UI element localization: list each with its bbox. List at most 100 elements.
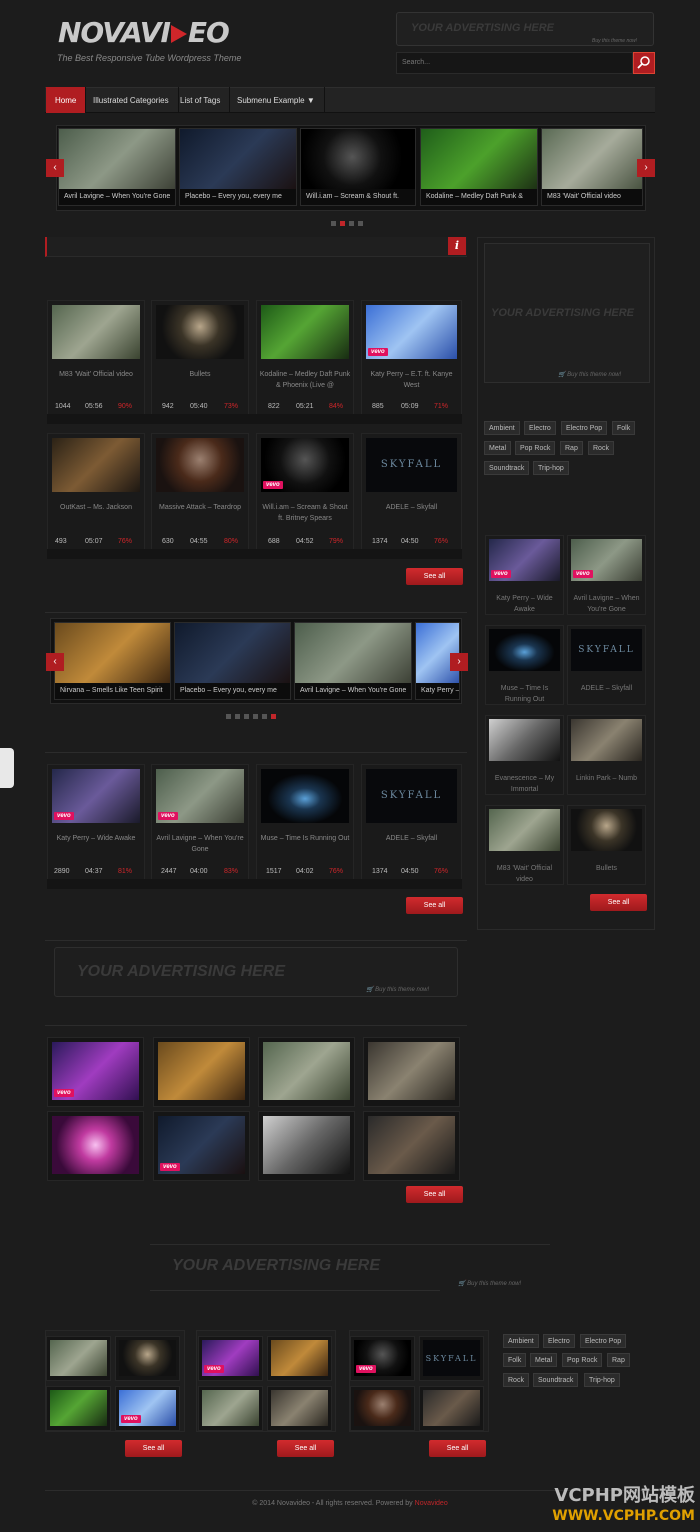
tag-link[interactable]: Electro Pop	[580, 1334, 627, 1348]
see-all-button[interactable]: See all	[277, 1440, 334, 1457]
slide[interactable]: Will.i.am – Scream & Shout ft.	[300, 128, 416, 206]
nav-tags[interactable]: List of Tags	[171, 87, 231, 113]
see-all-button[interactable]: See all	[590, 894, 647, 911]
slide[interactable]: Placebo – Every you, every me	[174, 622, 291, 700]
gallery-item[interactable]	[47, 1111, 144, 1181]
sidebar-video[interactable]: vevo Avril Lavigne – When You're Gone	[567, 535, 646, 615]
footer-link[interactable]: Novavideo	[415, 1500, 448, 1507]
video-title[interactable]: ADELE – Skyfall	[570, 683, 643, 694]
slider-dot[interactable]	[244, 714, 249, 719]
video-title[interactable]: M83 'Wait' Official video	[50, 369, 142, 380]
video-title[interactable]: Avril Lavigne – When You're Gone	[154, 833, 246, 855]
video-title[interactable]: Katy Perry – Wide Awake	[50, 833, 142, 844]
video-title[interactable]: Muse – Time Is Running Out	[488, 683, 561, 705]
footer-thumb[interactable]	[46, 1336, 111, 1381]
buy-link[interactable]: 🛒 Buy this theme now!	[366, 986, 429, 993]
sidebar-video[interactable]: Linkin Park – Numb	[567, 715, 646, 795]
see-all-button[interactable]: See all	[406, 1186, 463, 1203]
footer-thumb[interactable]	[198, 1386, 263, 1431]
gallery-item[interactable]	[363, 1037, 460, 1107]
see-all-button[interactable]: See all	[406, 897, 463, 914]
tag-link[interactable]: Trip-hop	[584, 1373, 620, 1387]
video-title[interactable]: Kodaline – Medley Daft Punk & Phoenix (L…	[259, 369, 351, 391]
slider-dot[interactable]	[226, 714, 231, 719]
tag-link[interactable]: Rock	[503, 1373, 529, 1387]
slider-prev-button[interactable]: ‹	[46, 653, 64, 671]
video-title[interactable]: ADELE – Skyfall	[364, 502, 459, 513]
see-all-button[interactable]: See all	[125, 1440, 182, 1457]
slider-dot[interactable]	[331, 221, 336, 226]
video-title[interactable]: Will.i.am – Scream & Shout ft. Britney S…	[259, 502, 351, 524]
tag-link[interactable]: Metal	[484, 441, 512, 455]
gallery-item[interactable]	[258, 1111, 355, 1181]
video-title[interactable]: Bullets	[154, 369, 246, 380]
buy-link[interactable]: Buy this theme now!	[592, 38, 637, 44]
search-input[interactable]: Search...	[396, 52, 633, 74]
video-title[interactable]: Linkin Park – Numb	[570, 773, 643, 784]
slide[interactable]: Placebo – Every you, every me	[179, 128, 297, 206]
tag-link[interactable]: Electro	[543, 1334, 575, 1348]
slider-dot[interactable]	[262, 714, 267, 719]
video-title[interactable]: OutKast – Ms. Jackson	[50, 502, 142, 513]
tag-link[interactable]: Rap	[607, 1353, 630, 1367]
slider-dot[interactable]	[358, 221, 363, 226]
video-title[interactable]: Muse – Time Is Running Out	[259, 833, 351, 844]
slider-dot[interactable]	[235, 714, 240, 719]
slide[interactable]: M83 'Wait' Official video	[541, 128, 643, 206]
bottom-ad-text[interactable]: YOUR ADVERTISING HERE	[172, 1257, 380, 1275]
gallery-item[interactable]: vevo	[153, 1111, 250, 1181]
tag-link[interactable]: Metal	[530, 1353, 558, 1367]
sidebar-video[interactable]: Bullets	[567, 805, 646, 885]
side-toggle-tab[interactable]	[0, 748, 14, 788]
video-title[interactable]: Bullets	[570, 863, 643, 874]
video-title[interactable]: Avril Lavigne – When You're Gone	[570, 593, 643, 615]
slider-dot[interactable]	[253, 714, 258, 719]
slider-next-button[interactable]: ›	[637, 159, 655, 177]
slider-dot[interactable]	[349, 221, 354, 226]
slide[interactable]: Avril Lavigne – When You're Gone	[294, 622, 412, 700]
footer-thumb[interactable]	[419, 1386, 484, 1431]
tag-link[interactable]: Rock	[588, 441, 614, 455]
see-all-button[interactable]: See all	[429, 1440, 486, 1457]
slide[interactable]: Nirvana – Smells Like Teen Spirit	[54, 622, 171, 700]
footer-thumb[interactable]: SKYFALL	[419, 1336, 484, 1381]
video-title[interactable]: Massive Attack – Teardrop	[154, 502, 246, 513]
video-title[interactable]: Katy Perry – E.T. ft. Kanye West	[364, 369, 459, 391]
sidebar-video[interactable]: SKYFALL ADELE – Skyfall	[567, 625, 646, 705]
video-title[interactable]: Katy Perry – Wide Awake	[488, 593, 561, 615]
tag-link[interactable]: Electro Pop	[561, 421, 608, 435]
slider-dot[interactable]	[340, 221, 345, 226]
nav-categories[interactable]: Illustrated Categories	[84, 87, 179, 113]
sidebar-video[interactable]: M83 'Wait' Official video	[485, 805, 564, 885]
footer-thumb[interactable]	[46, 1386, 111, 1431]
video-title[interactable]: ADELE – Skyfall	[364, 833, 459, 844]
slider-prev-button[interactable]: ‹	[46, 159, 64, 177]
footer-thumb[interactable]: vevo	[350, 1336, 415, 1381]
tag-link[interactable]: Folk	[503, 1353, 527, 1367]
video-title[interactable]: Evanescence – My Immortal	[488, 773, 561, 795]
buy-link[interactable]: 🛒 Buy this theme now!	[458, 1280, 521, 1287]
footer-thumb[interactable]	[350, 1386, 415, 1431]
slider-dot[interactable]	[271, 714, 276, 719]
tag-link[interactable]: Pop Rock	[562, 1353, 603, 1367]
footer-thumb[interactable]	[267, 1386, 332, 1431]
tag-link[interactable]: Folk	[612, 421, 636, 435]
gallery-item[interactable]	[153, 1037, 250, 1107]
footer-thumb[interactable]: vevo	[115, 1386, 180, 1431]
tag-link[interactable]: Ambient	[484, 421, 520, 435]
sidebar-video[interactable]: Muse – Time Is Running Out	[485, 625, 564, 705]
tag-link[interactable]: Pop Rock	[515, 441, 556, 455]
footer-thumb[interactable]	[267, 1336, 332, 1381]
see-all-button[interactable]: See all	[406, 568, 463, 585]
sidebar-video[interactable]: vevo Katy Perry – Wide Awake	[485, 535, 564, 615]
nav-submenu[interactable]: Submenu Example ▼	[228, 87, 325, 113]
sidebar-video[interactable]: Evanescence – My Immortal	[485, 715, 564, 795]
tag-link[interactable]: Trip-hop	[533, 461, 569, 475]
tag-link[interactable]: Rap	[560, 441, 583, 455]
slider-next-button[interactable]: ›	[450, 653, 468, 671]
tag-link[interactable]: Ambient	[503, 1334, 539, 1348]
gallery-item[interactable]	[363, 1111, 460, 1181]
tag-link[interactable]: Electro	[524, 421, 556, 435]
tag-link[interactable]: Soundtrack	[484, 461, 530, 475]
buy-link[interactable]: 🛒 Buy this theme now!	[558, 371, 621, 378]
